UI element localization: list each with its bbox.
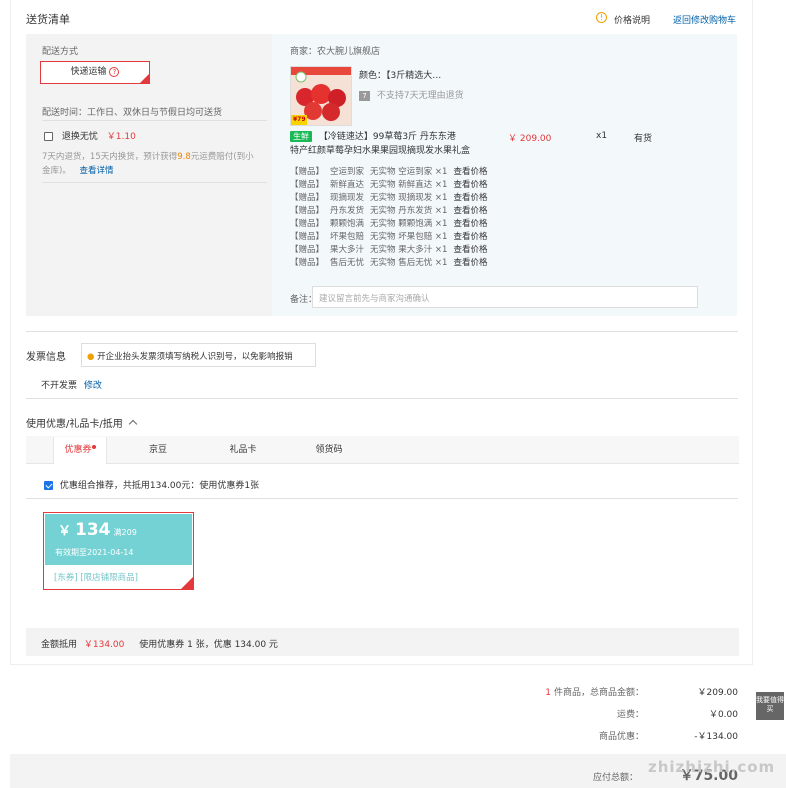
freight-amount: ￥0.00 <box>708 710 738 720</box>
gift-row: 【赠品】 现摘现发 无实物 现摘现发 ×1 查看价格 <box>290 193 488 203</box>
gift-row: 【赠品】 新鲜直达 无实物 新鲜直达 ×1 查看价格 <box>290 180 488 190</box>
product-stock: 有货 <box>634 134 653 144</box>
no-return-row: 7 不支持7天无理由退货 <box>359 88 464 101</box>
lightbulb-icon: ● <box>87 352 95 362</box>
back-cart-link[interactable]: 返回修改购物车 <box>673 13 736 26</box>
selected-corner-icon <box>140 74 149 83</box>
gift-price-link[interactable]: 查看价格 <box>453 180 487 190</box>
invoice-title: 发票信息 <box>26 352 66 363</box>
coupon-card[interactable]: ￥ 134 满209 有效期至2021-04-14 [东券] [限店铺限商品] <box>43 512 194 590</box>
product-name[interactable]: 生鲜 【冷链速达】99草莓3斤 丹东东港 <box>290 129 456 142</box>
coupon-card-top: ￥ 134 满209 有效期至2021-04-14 <box>45 514 192 565</box>
summary-amount: ￥134.00 <box>83 640 125 650</box>
merchant-name: 商家：农大腕儿旗舰店 <box>290 47 381 57</box>
invoice-tip: ● 开企业抬头发票须填写纳税人识别号，以免影响报销 <box>81 343 316 367</box>
thumb-price-tag: ¥79 <box>293 116 306 123</box>
coupon-tags: [东券] [限店铺限商品] <box>54 573 138 583</box>
coupon-expire: 有效期至2021-04-14 <box>55 548 134 557</box>
fresh-badge: 生鲜 <box>290 131 312 142</box>
gift-price-link[interactable]: 查看价格 <box>453 245 487 255</box>
gift-price-link[interactable]: 查看价格 <box>453 167 487 177</box>
info-icon: ! <box>596 12 607 23</box>
gift-price-link[interactable]: 查看价格 <box>453 219 487 229</box>
gift-row: 【赠品】 空运到家 无实物 空运到家 ×1 查看价格 <box>290 167 488 177</box>
product-thumbnail[interactable]: ¥79 <box>290 66 352 126</box>
gift-price-link[interactable]: 查看价格 <box>453 206 487 216</box>
product-name-line2[interactable]: 特产红颜草莓孕妇水果果园现摘现发水果礼盒 <box>290 143 470 156</box>
product-price: ￥ 209.00 <box>508 134 552 144</box>
new-dot-icon <box>91 445 96 449</box>
shipping-time: 配送时间：工作日、双休日与节假日均可送货 <box>42 108 223 118</box>
divider <box>42 120 267 121</box>
invoice-edit-link[interactable]: 修改 <box>84 381 102 391</box>
divider <box>26 331 738 332</box>
chevron-up-icon[interactable] <box>128 419 138 429</box>
insurance-row: 退换无忧 ￥1.10 <box>44 129 136 142</box>
coupon-summary: 金额抵用 ￥134.00 使用优惠券 1 张，优惠 134.00 元 <box>26 628 739 656</box>
section-title: 送货清单 <box>26 13 70 26</box>
combo-row: 优惠组合推荐，共抵用134.00元：使用优惠券1张 <box>44 478 259 491</box>
gift-row: 【赠品】 售后无忧 无实物 售后无忧 ×1 查看价格 <box>290 258 488 268</box>
summary-desc: 使用优惠券 1 张，优惠 134.00 元 <box>139 640 278 650</box>
insurance-desc: 7天内退货，15天内换货，预计获得9.8元运费赔付(到小 金库)。 查看详情 <box>42 152 254 176</box>
combo-text: 优惠组合推荐，共抵用134.00元：使用优惠券1张 <box>59 481 260 491</box>
freight-label: 运费： <box>616 710 644 720</box>
gift-price-link[interactable]: 查看价格 <box>453 193 487 203</box>
shipping-method-button[interactable]: 快递运输 ? <box>40 61 150 84</box>
gift-price-link[interactable]: 查看价格 <box>453 258 487 268</box>
watermark-badge: 我要值得买 <box>756 692 784 720</box>
divider <box>26 498 738 499</box>
coupon-title[interactable]: 使用优惠/礼品卡/抵用 <box>26 415 138 430</box>
goods-count: 1 件商品，总商品金额： <box>545 688 644 698</box>
insurance-price: ￥1.10 <box>106 132 136 142</box>
product-color: 颜色：【3斤精选大… <box>359 71 442 81</box>
payable-label: 应付总额： <box>592 773 638 783</box>
goods-amount: ￥209.00 <box>697 688 739 698</box>
invoice-status: 不开发票 修改 <box>41 381 102 391</box>
tab-giftcard[interactable]: 礼品卡 <box>219 437 267 464</box>
gift-row: 【赠品】 颗颗饱满 无实物 颗颗饱满 ×1 查看价格 <box>290 219 488 229</box>
remark-input[interactable]: 建议留言前先与商家沟通确认 <box>312 286 698 308</box>
coupon-amount: ￥ 134 满209 <box>58 520 137 540</box>
tab-pickup-code[interactable]: 领货码 <box>305 437 353 464</box>
insurance-label: 退换无忧 <box>61 132 98 142</box>
combo-checkbox[interactable] <box>44 481 53 490</box>
discount-amount: -￥134.00 <box>694 732 738 742</box>
product-qty: x1 <box>596 131 608 141</box>
gift-row: 【赠品】 坏果包赔 无实物 坏果包赔 ×1 查看价格 <box>290 232 488 242</box>
insurance-detail-link[interactable]: 查看详情 <box>80 166 114 176</box>
question-icon[interactable]: ? <box>109 66 120 77</box>
tab-jingdou[interactable]: 京豆 <box>136 437 180 464</box>
watermark-text: zhizhizhi.com <box>648 758 776 776</box>
price-note-link[interactable]: 价格说明 <box>614 13 650 26</box>
insurance-checkbox[interactable] <box>44 132 53 141</box>
gift-row: 【赠品】 丹东发货 无实物 丹东发货 ×1 查看价格 <box>290 206 488 216</box>
gift-row: 【赠品】 果大多汁 无实物 果大多汁 ×1 查看价格 <box>290 245 488 255</box>
divider <box>26 398 738 399</box>
tab-coupon[interactable]: 优惠券 <box>53 437 107 464</box>
gift-price-link[interactable]: 查看价格 <box>453 232 487 242</box>
no-return-icon: 7 <box>359 90 370 101</box>
discount-label: 商品优惠： <box>598 732 644 742</box>
shipping-label: 配送方式 <box>42 47 79 57</box>
selected-check-icon <box>181 577 193 589</box>
divider <box>42 182 267 183</box>
shipping-method-label: 快递运输 <box>70 67 107 77</box>
coupon-tabs <box>26 436 739 464</box>
